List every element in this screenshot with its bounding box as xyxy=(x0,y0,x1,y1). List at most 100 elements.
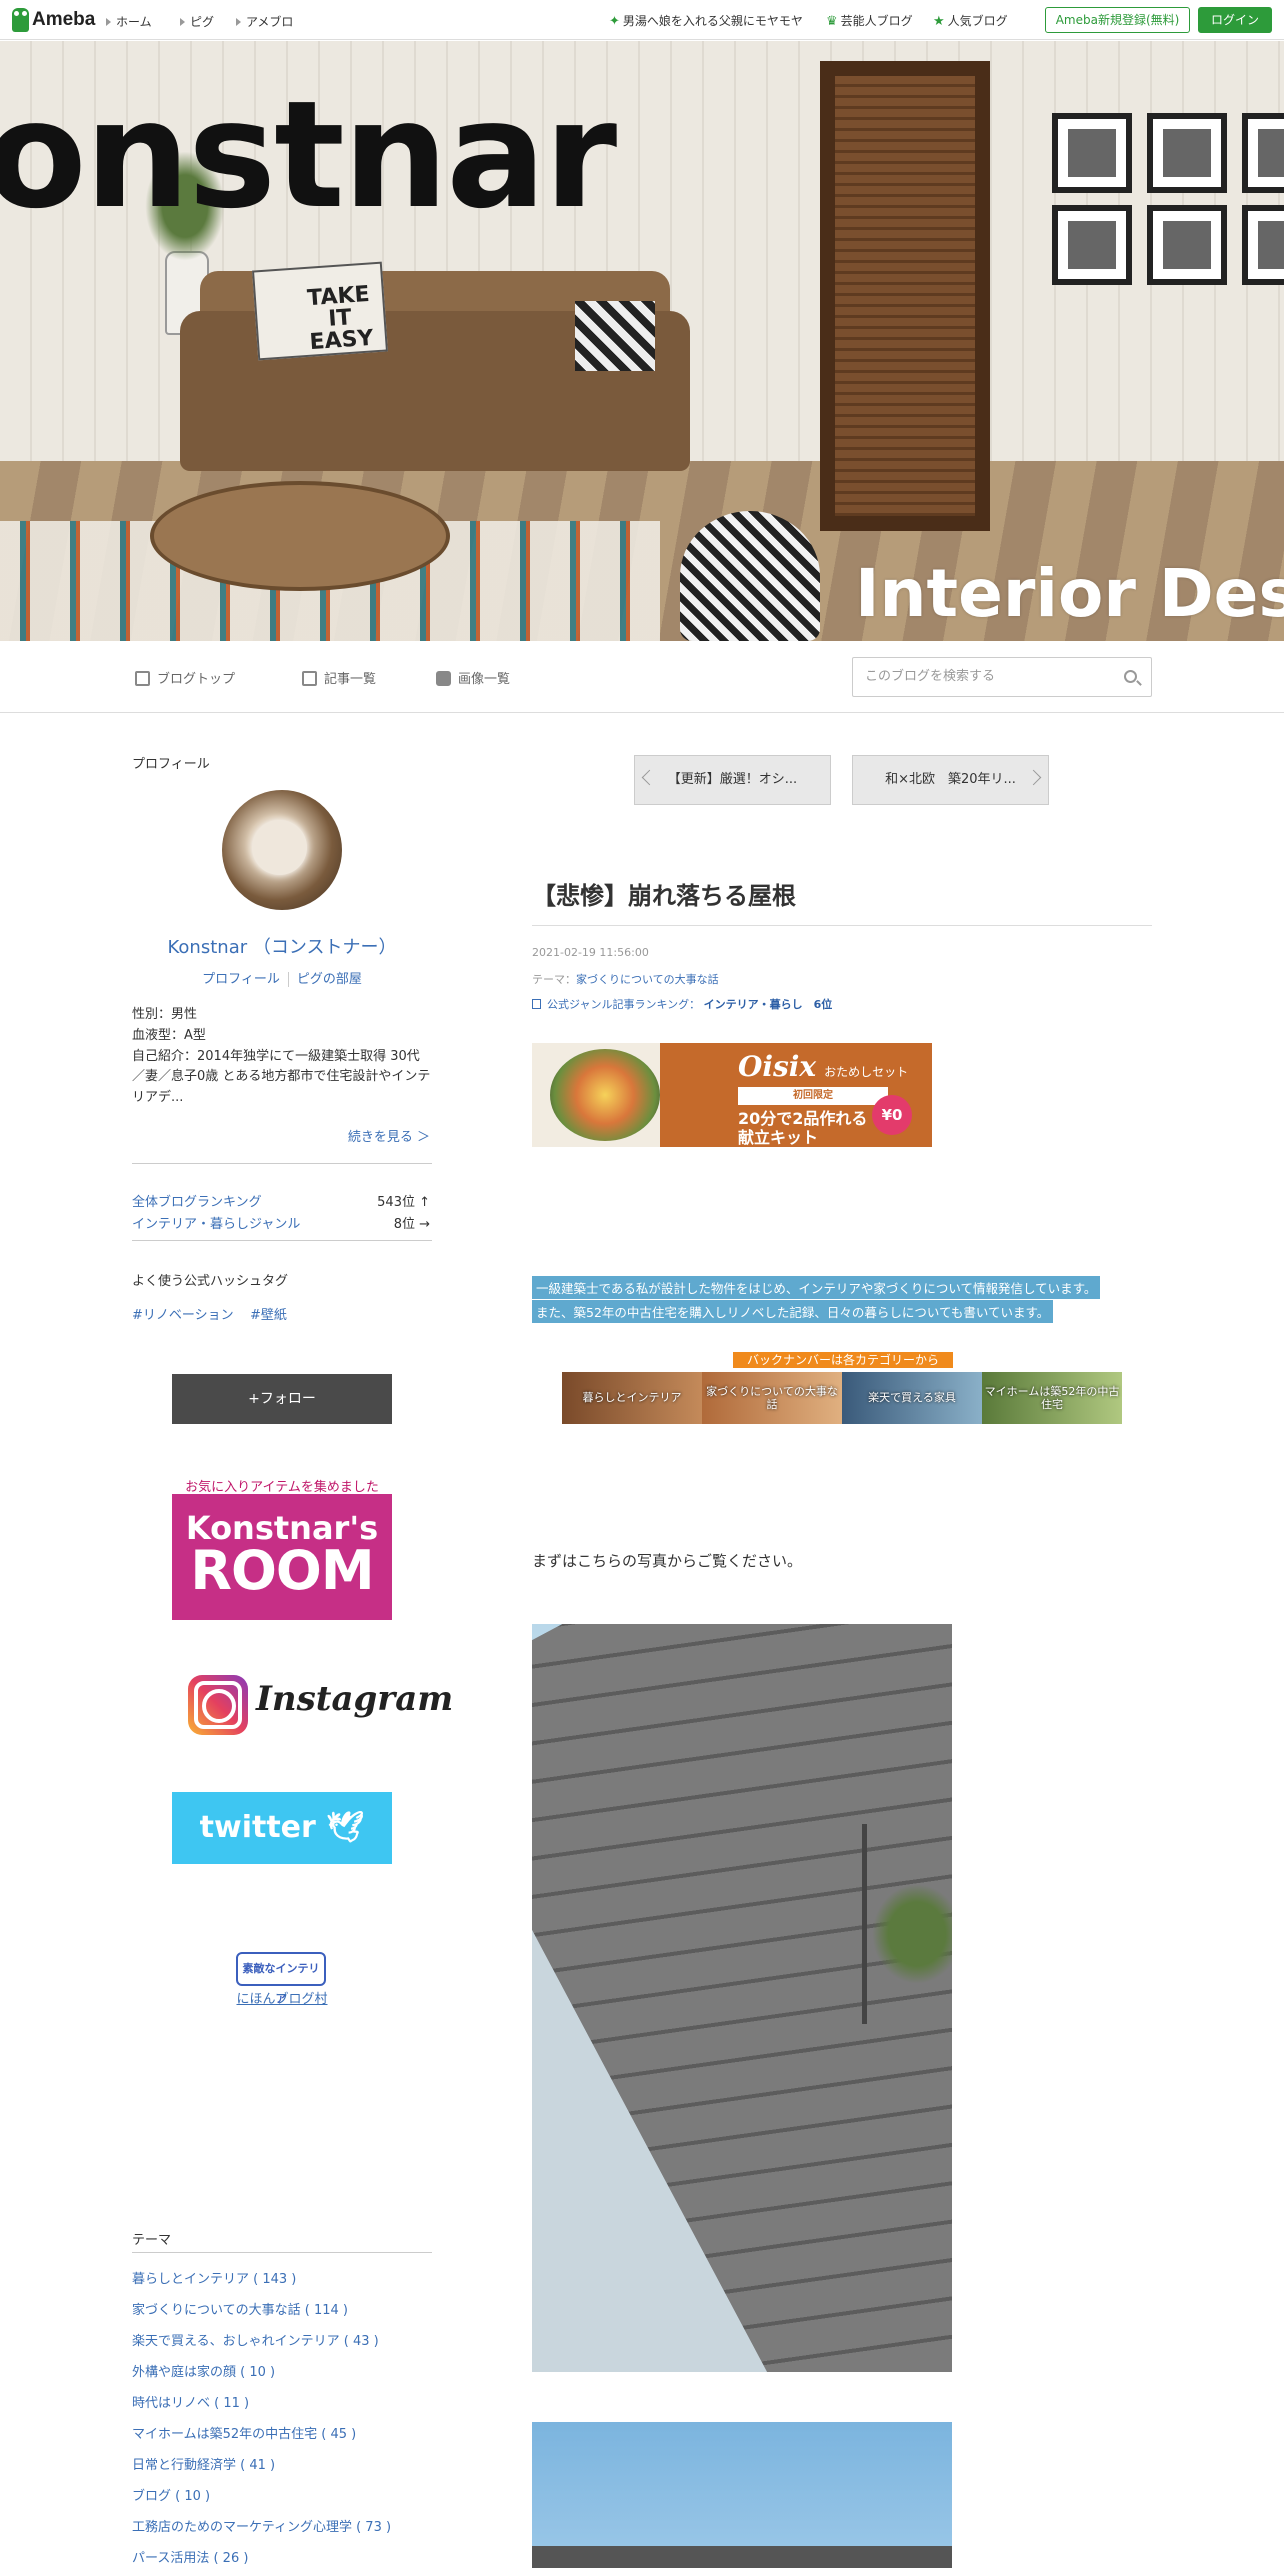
twitter-label: twitter xyxy=(199,1810,316,1845)
nav-ameblo[interactable]: アメブロ xyxy=(236,13,293,30)
ranking-label: 公式ジャンル記事ランキング： xyxy=(547,998,701,1011)
next-article-button[interactable]: 和×北欧 築20年リ... xyxy=(852,755,1049,805)
twitter-banner[interactable]: twitter 🕊 xyxy=(172,1792,392,1864)
theme-item[interactable]: 時代はリノベ ( 11 ) xyxy=(132,2392,249,2411)
logo-text: Ameba xyxy=(32,9,96,30)
intro-highlight-1: 一級建築士である私が設計した物件をはじめ、インテリアや家づくりについて情報発信し… xyxy=(532,1276,1101,1299)
celebrity-label: 芸能人ブログ xyxy=(840,14,913,28)
divider xyxy=(132,1240,432,1241)
article-date: 2021-02-19 11:56:00 xyxy=(532,946,649,959)
search-icon[interactable] xyxy=(1124,670,1137,683)
nihon-blog-badge[interactable]: 素敵なインテリア xyxy=(236,1952,326,2005)
category-banner-strip: 暮らしとインテリア 家づくりについての大事な話 楽天で買える家具 マイホームは築… xyxy=(562,1372,1122,1424)
overall-ranking-link[interactable]: 全体ブログランキング 543位 ↑ xyxy=(132,1191,432,1210)
instagram-link[interactable]: Instagram xyxy=(256,1682,453,1716)
ameba-frog-icon xyxy=(12,8,29,32)
pigg-room-link[interactable]: ピグの部屋 xyxy=(287,972,362,987)
blog-top-link[interactable]: ブログトップ xyxy=(135,668,235,687)
blog-search-input[interactable]: このブログを検索する xyxy=(852,657,1152,697)
login-button[interactable]: ログイン xyxy=(1198,7,1272,33)
camera-icon xyxy=(436,671,451,686)
bird-icon: 🕊 xyxy=(326,1810,365,1845)
genre-ranking-value: 8位 → xyxy=(393,1217,430,1232)
ad-copy2: 献立キット xyxy=(738,1128,819,1148)
nav-home[interactable]: ホーム xyxy=(106,13,152,30)
theme-item[interactable]: 日常と行動経済学 ( 41 ) xyxy=(132,2454,275,2473)
blog-header-image[interactable]: TAKE IT EASY onstnar Interior Des xyxy=(0,41,1284,641)
theme-item[interactable]: 家づくりについての大事な話 ( 114 ) xyxy=(132,2299,348,2318)
category-banner-myhome[interactable]: マイホームは築52年の中古住宅 xyxy=(982,1372,1122,1424)
roof-photo-2[interactable] xyxy=(532,2422,952,2568)
hashtag-heading: よく使う公式ハッシュタグ xyxy=(132,1274,289,1289)
header-door xyxy=(830,71,980,521)
theme-item[interactable]: ブログ ( 10 ) xyxy=(132,2485,210,2504)
category-banner-house[interactable]: 家づくりについての大事な話 xyxy=(702,1372,842,1424)
room-banner-line2: ROOM xyxy=(190,1539,374,1602)
oisix-ad-banner[interactable]: Oisix おためしセット 初回限定 20分で2品作れる 献立キット ¥0 xyxy=(532,1043,932,1147)
ad-price-badge: ¥0 xyxy=(872,1095,912,1135)
profile-name[interactable]: Konstnar （コンストナー） xyxy=(132,933,432,959)
header-subtitle: Interior Des xyxy=(855,555,1284,632)
hashtag-wallpaper[interactable]: #壁紙 xyxy=(250,1304,287,1323)
article-theme-link[interactable]: 家づくりについての大事な話 xyxy=(576,973,719,986)
genre-ranking-link[interactable]: インテリア・暮らしジャンル 8位 → xyxy=(132,1213,432,1232)
theme-item[interactable]: 外構や庭は家の顔 ( 10 ) xyxy=(132,2361,275,2380)
header-title: onstnar xyxy=(0,69,617,241)
category-banner-rakuten[interactable]: 楽天で買える家具 xyxy=(842,1372,982,1424)
theme-item[interactable]: マイホームは築52年の中古住宅 ( 45 ) xyxy=(132,2423,356,2442)
blog-top-label: ブログトップ xyxy=(157,672,236,687)
popular-blog-link[interactable]: ★ 人気ブログ xyxy=(933,12,1008,29)
ad-limited: 初回限定 xyxy=(738,1087,888,1105)
popular-label: 人気ブログ xyxy=(947,14,1008,28)
instagram-icon[interactable] xyxy=(188,1675,248,1735)
register-button[interactable]: Ameba新規登録(無料) xyxy=(1045,7,1190,33)
theme-item[interactable]: 楽天で買える、おしゃれインテリア ( 43 ) xyxy=(132,2330,379,2349)
nihon-blog-link[interactable]: にほんブログ村 xyxy=(132,1988,432,2007)
prev-article-button[interactable]: 【更新】厳選！オシ... xyxy=(634,755,831,805)
profile-blood: 血液型：A型 xyxy=(132,1027,206,1043)
ad-brand-text: Oisix xyxy=(738,1050,817,1083)
article-body-text: まずはこちらの写真からご覧ください。 xyxy=(532,1552,803,1570)
title-divider xyxy=(532,925,1152,926)
theme-item[interactable]: パース活用法 ( 26 ) xyxy=(132,2547,248,2566)
star-icon: ✦ xyxy=(609,14,620,29)
image-list-label: 画像一覧 xyxy=(458,672,511,687)
room-banner[interactable]: Konstnar's ROOM xyxy=(172,1494,392,1620)
profile-heading: プロフィール xyxy=(132,757,210,772)
header-pouf xyxy=(680,511,820,641)
follow-button[interactable]: +フォロー xyxy=(172,1374,392,1424)
theme-label: テーマ： xyxy=(532,973,576,986)
header-pillow-pattern xyxy=(575,301,655,371)
favorites-caption: お気に入りアイテムを集めました xyxy=(185,1480,379,1495)
article-theme: テーマ：家づくりについての大事な話 xyxy=(532,971,719,987)
profile-info: 性別：男性 血液型：A型 自己紹介：2014年独学にて一級建築士取得 30代／妻… xyxy=(132,1005,432,1109)
ameba-logo[interactable]: Ameba xyxy=(12,8,95,32)
roof-tiles xyxy=(532,1624,952,2372)
category-banner-interior[interactable]: 暮らしとインテリア xyxy=(562,1372,702,1424)
entry-list-link[interactable]: 記事一覧 xyxy=(302,668,376,687)
trending-label: 男湯へ娘を入れる父親にモヤモヤ xyxy=(622,14,803,28)
hashtag-renovation[interactable]: #リノベーション xyxy=(132,1304,234,1323)
trending-link[interactable]: ✦ 男湯へ娘を入れる父親にモヤモヤ xyxy=(609,12,803,29)
profile-link[interactable]: プロフィール xyxy=(202,972,280,987)
trees xyxy=(872,1884,952,1984)
ranking-value-link[interactable]: インテリア・暮らし 6位 xyxy=(704,998,833,1011)
copy-icon xyxy=(302,671,317,686)
ad-copy: 20分で2品作れる 献立キット xyxy=(738,1109,867,1147)
entry-list-label: 記事一覧 xyxy=(324,672,377,687)
nav-pigg[interactable]: ピグ xyxy=(180,13,214,30)
search-placeholder: このブログを検索する xyxy=(865,669,996,684)
ad-copy1: 20分で2品作れる xyxy=(738,1109,868,1128)
celebrity-blog-link[interactable]: ♛ 芸能人ブログ xyxy=(826,12,913,29)
theme-item[interactable]: 工務店のためのマーケティング心理学 ( 73 ) xyxy=(132,2516,391,2535)
food-bowl-image xyxy=(550,1049,660,1141)
avatar[interactable] xyxy=(222,790,342,910)
theme-item[interactable]: 暮らしとインテリア ( 143 ) xyxy=(132,2268,296,2287)
overall-ranking-label: 全体ブログランキング xyxy=(132,1195,262,1210)
header-picture-frame xyxy=(1147,205,1227,285)
image-list-link[interactable]: 画像一覧 xyxy=(436,668,510,687)
global-header: Ameba ホーム ピグ アメブロ ✦ 男湯へ娘を入れる父親にモヤモヤ ♛ 芸能人ブ… xyxy=(0,0,1284,40)
read-more-link[interactable]: 続きを見る ＞ xyxy=(132,1126,430,1145)
utility-pole xyxy=(862,1824,867,2024)
roof-photo[interactable] xyxy=(532,1624,952,2372)
